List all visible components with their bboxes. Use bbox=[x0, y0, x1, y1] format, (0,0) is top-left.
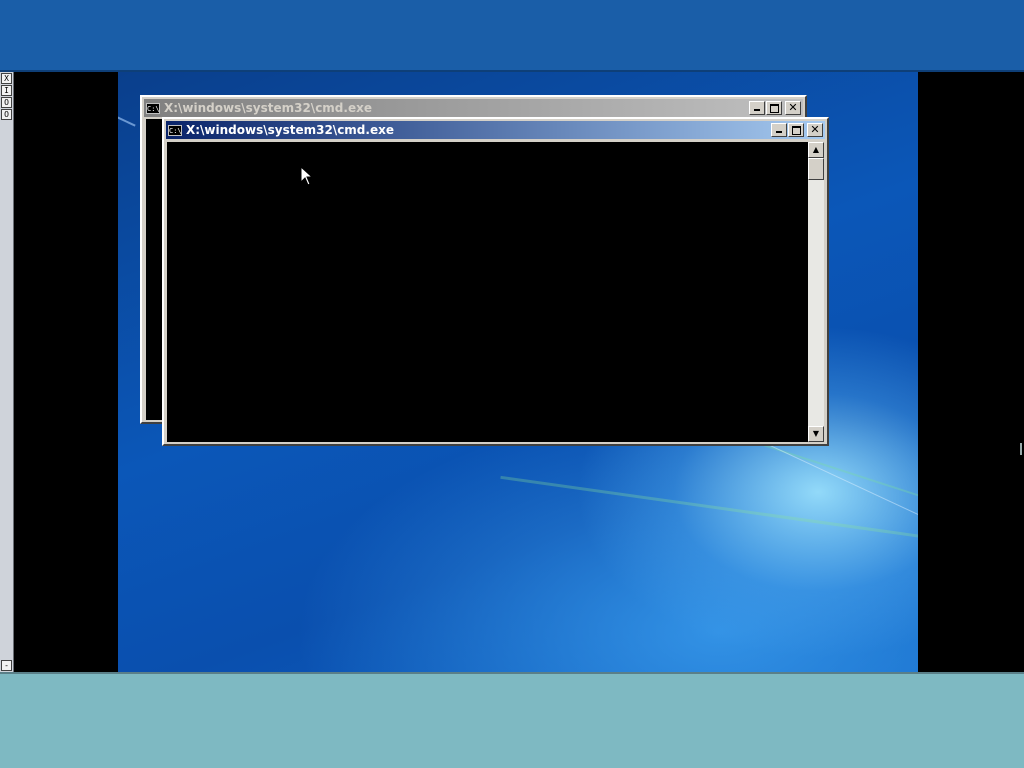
minimize-button[interactable] bbox=[749, 101, 765, 115]
viewer-fullscreen-button[interactable]: O bbox=[1, 109, 12, 120]
scroll-down-arrow-icon[interactable]: ▼ bbox=[808, 426, 824, 442]
cmd-window-foreground[interactable]: C:\ X:\windows\system32\cmd.exe ✕ ▲ ▼ bbox=[162, 117, 829, 446]
viewer-restore-button[interactable]: O bbox=[1, 97, 12, 108]
window-title: X:\windows\system32\cmd.exe bbox=[164, 101, 372, 115]
screen-bottom-band bbox=[0, 674, 1024, 768]
cmd-window-titlebar[interactable]: C:\ X:\windows\system32\cmd.exe ✕ bbox=[144, 99, 803, 117]
screen-top-band bbox=[0, 0, 1024, 70]
close-button[interactable]: ✕ bbox=[785, 101, 801, 115]
scrollbar-thumb[interactable] bbox=[808, 158, 824, 180]
viewer-side-toolbar: X I O O - bbox=[0, 72, 14, 672]
cmd-icon: C:\ bbox=[168, 124, 182, 136]
mouse-cursor-icon bbox=[300, 166, 314, 186]
cmd-window-titlebar[interactable]: C:\ X:\windows\system32\cmd.exe ✕ bbox=[166, 121, 825, 139]
console-area[interactable] bbox=[167, 142, 808, 442]
close-button[interactable]: ✕ bbox=[807, 123, 823, 137]
wallpaper-streak bbox=[118, 99, 136, 127]
cmd-icon: C:\ bbox=[146, 102, 160, 114]
wallpaper-streak bbox=[500, 475, 918, 552]
minimize-button[interactable] bbox=[771, 123, 787, 137]
viewer-minimize-button[interactable]: - bbox=[1, 660, 12, 671]
console-vertical-scrollbar[interactable]: ▲ ▼ bbox=[808, 142, 824, 442]
edge-marker bbox=[1020, 443, 1022, 455]
maximize-button[interactable] bbox=[766, 101, 782, 115]
viewer-pin-button[interactable]: I bbox=[1, 85, 12, 96]
viewer-close-button[interactable]: X bbox=[1, 73, 12, 84]
window-title: X:\windows\system32\cmd.exe bbox=[186, 123, 394, 137]
scroll-up-arrow-icon[interactable]: ▲ bbox=[808, 142, 824, 158]
maximize-button[interactable] bbox=[788, 123, 804, 137]
